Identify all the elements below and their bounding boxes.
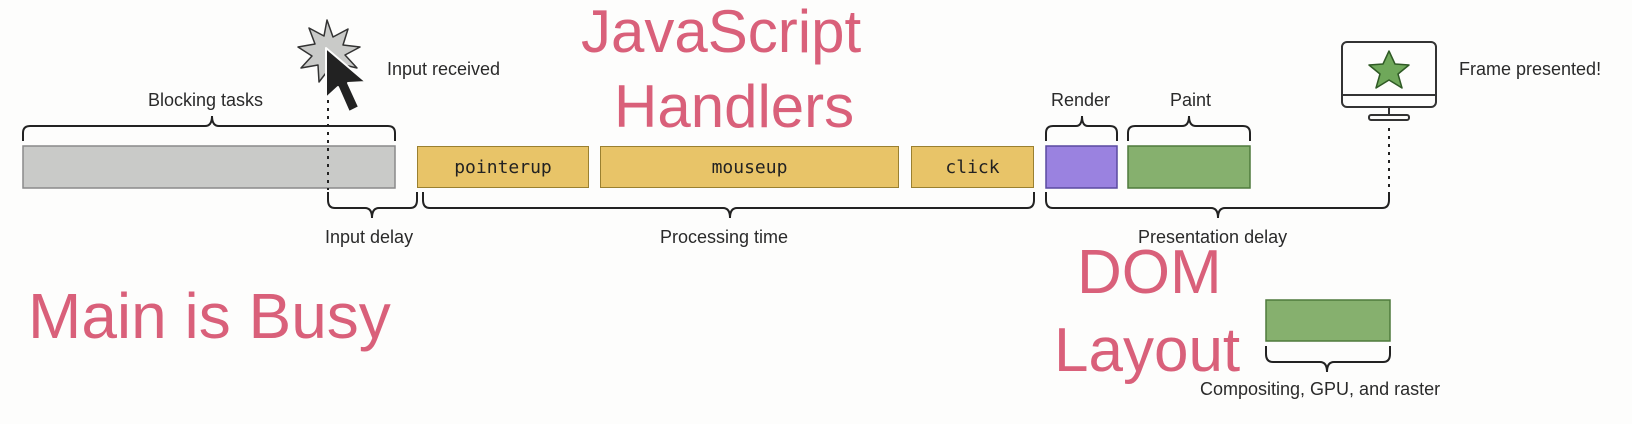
dom-annotation: DOM xyxy=(1077,238,1222,307)
monitor-icon xyxy=(1341,41,1437,121)
paint-block xyxy=(1127,145,1251,189)
blocking-tasks-bar xyxy=(22,145,396,189)
input-delay-label: Input delay xyxy=(325,227,414,247)
input-delay-brace xyxy=(327,192,418,219)
layout-annotation: Layout xyxy=(1054,316,1241,385)
mouseup-task: mouseup xyxy=(600,146,899,188)
presentation-delay-brace xyxy=(1045,192,1390,219)
click-task: click xyxy=(911,146,1034,188)
compositing-brace xyxy=(1265,346,1391,373)
blocking-tasks-label: Blocking tasks xyxy=(148,90,264,110)
frame-presented-label: Frame presented! xyxy=(1459,59,1602,79)
render-label: Render xyxy=(1051,90,1111,110)
pointerup-task: pointerup xyxy=(417,146,589,188)
compositing-block xyxy=(1265,299,1391,342)
input-received-label: Input received xyxy=(387,59,501,79)
render-block xyxy=(1045,145,1118,189)
paint-brace xyxy=(1127,115,1251,141)
processing-time-brace xyxy=(422,192,1035,219)
blocking-tasks-brace xyxy=(22,115,396,141)
render-brace xyxy=(1045,115,1118,141)
javascript-annotation: JavaScript xyxy=(581,0,862,65)
processing-time-label: Processing time xyxy=(660,227,789,247)
handlers-annotation: Handlers xyxy=(614,73,855,140)
paint-label: Paint xyxy=(1170,90,1212,110)
main-is-busy-annotation: Main is Busy xyxy=(28,280,391,352)
